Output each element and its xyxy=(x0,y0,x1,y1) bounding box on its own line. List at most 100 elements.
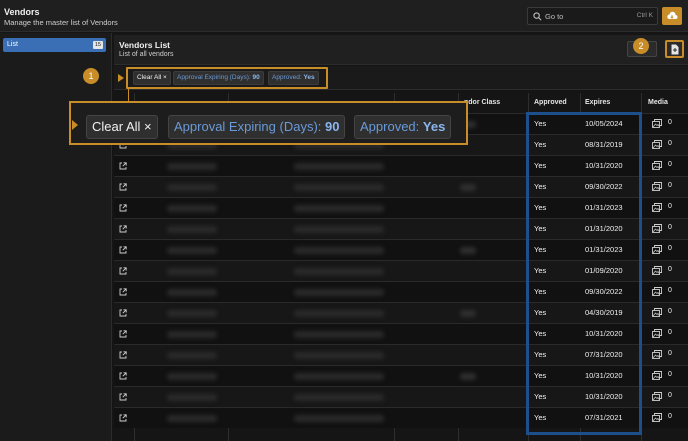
redacted-cell xyxy=(167,331,217,338)
external-link-icon[interactable] xyxy=(119,183,127,191)
media-count-cell: 0 xyxy=(668,266,672,273)
close-icon: × xyxy=(144,119,152,134)
media-count-cell: 0 xyxy=(668,371,672,378)
redacted-cell xyxy=(294,394,384,401)
redacted-cell xyxy=(167,184,217,191)
media-count-cell: 0 xyxy=(668,308,672,315)
file-export-icon xyxy=(671,44,679,55)
media-icon[interactable] xyxy=(652,350,662,359)
media-icon[interactable] xyxy=(652,182,662,191)
redacted-cell xyxy=(294,373,384,380)
media-count-cell: 0 xyxy=(668,203,672,210)
search-placeholder: Go to xyxy=(545,12,564,21)
media-icon[interactable] xyxy=(652,329,662,338)
media-count-cell: 0 xyxy=(668,140,672,147)
external-link-icon[interactable] xyxy=(119,372,127,380)
media-icon[interactable] xyxy=(652,119,662,128)
redacted-cell xyxy=(460,247,476,254)
redacted-cell xyxy=(460,184,476,191)
clear-all-label: Clear All xyxy=(92,119,141,134)
search-input[interactable]: Go to Ctrl K xyxy=(527,7,658,25)
redacted-cell xyxy=(294,163,384,170)
redacted-cell xyxy=(294,226,384,233)
column-header-expires[interactable]: Expires xyxy=(585,93,610,113)
media-icon[interactable] xyxy=(652,224,662,233)
top-bar: Vendors Manage the master list of Vendor… xyxy=(0,0,688,32)
media-icon[interactable] xyxy=(652,308,662,317)
approval-expiring-chip[interactable]: Approval Expiring (Days): 90 xyxy=(173,71,264,85)
cloud-download-icon xyxy=(667,11,678,19)
redacted-cell xyxy=(294,310,384,317)
media-count-cell: 0 xyxy=(668,350,672,357)
page-title: Vendors xyxy=(4,7,40,17)
approved-chip-zoomed[interactable]: Approved: Yes xyxy=(354,115,452,139)
redacted-cell xyxy=(294,331,384,338)
sidebar-item-label: List xyxy=(7,41,18,48)
approval-expiring-label: Approval Expiring (Days): xyxy=(174,119,322,134)
redacted-cell xyxy=(167,205,217,212)
sidebar-item-count-badge: 15 xyxy=(92,41,103,49)
media-count-cell: 0 xyxy=(668,224,672,231)
redacted-cell xyxy=(294,247,384,254)
redacted-cell xyxy=(167,415,217,422)
column-header-vendor-class[interactable]: ndor Class xyxy=(464,93,500,113)
external-link-icon[interactable] xyxy=(119,267,127,275)
redacted-cell xyxy=(167,289,217,296)
redacted-cell xyxy=(167,163,217,170)
external-link-icon[interactable] xyxy=(119,351,127,359)
redacted-cell xyxy=(294,268,384,275)
approval-expiring-label: Approval Expiring (Days): xyxy=(177,74,251,81)
external-link-icon[interactable] xyxy=(119,162,127,170)
external-link-icon[interactable] xyxy=(119,309,127,317)
media-count-cell: 0 xyxy=(668,161,672,168)
column-header-approved[interactable]: Approved xyxy=(534,93,567,113)
media-icon[interactable] xyxy=(652,140,662,149)
media-icon[interactable] xyxy=(652,287,662,296)
external-link-icon[interactable] xyxy=(119,204,127,212)
clear-all-label: Clear All xyxy=(137,74,162,81)
media-icon[interactable] xyxy=(652,266,662,275)
media-icon[interactable] xyxy=(652,413,662,422)
list-subtitle: List of all vendors xyxy=(119,51,174,58)
media-icon[interactable] xyxy=(652,371,662,380)
external-link-icon[interactable] xyxy=(119,330,127,338)
sidebar: List 15 xyxy=(0,33,112,441)
redacted-cell xyxy=(167,352,217,359)
redacted-cell xyxy=(167,247,217,254)
search-icon xyxy=(533,12,542,21)
media-icon[interactable] xyxy=(652,245,662,254)
external-link-icon[interactable] xyxy=(119,225,127,233)
approved-label: Approved: xyxy=(272,74,302,81)
redacted-cell xyxy=(294,184,384,191)
cloud-download-button[interactable] xyxy=(662,7,682,25)
redacted-cell xyxy=(460,373,476,380)
close-icon: × xyxy=(163,74,167,81)
callout-badge-1: 1 xyxy=(83,68,99,84)
redacted-cell xyxy=(167,226,217,233)
clear-all-chip-zoomed[interactable]: Clear All × xyxy=(86,115,158,139)
approved-value: Yes xyxy=(303,74,315,81)
external-link-icon[interactable] xyxy=(119,414,127,422)
redacted-cell xyxy=(294,205,384,212)
media-count-cell: 0 xyxy=(668,245,672,252)
search-shortcut: Ctrl K xyxy=(636,12,653,19)
approved-expires-highlight xyxy=(526,112,642,435)
external-link-icon[interactable] xyxy=(119,393,127,401)
approval-expiring-chip-zoomed[interactable]: Approval Expiring (Days): 90 xyxy=(168,115,346,139)
redacted-cell xyxy=(167,373,217,380)
media-icon[interactable] xyxy=(652,161,662,170)
media-icon[interactable] xyxy=(652,203,662,212)
approved-chip[interactable]: Approved: Yes xyxy=(268,71,319,85)
redacted-cell xyxy=(460,310,476,317)
media-count-cell: 0 xyxy=(668,413,672,420)
external-link-icon[interactable] xyxy=(119,246,127,254)
column-header-media[interactable]: Media xyxy=(648,93,668,113)
export-button[interactable] xyxy=(665,40,684,58)
media-count-cell: 0 xyxy=(668,182,672,189)
media-icon[interactable] xyxy=(652,392,662,401)
sidebar-item-list[interactable]: List 15 xyxy=(3,38,106,52)
external-link-icon[interactable] xyxy=(119,288,127,296)
redacted-cell xyxy=(167,310,217,317)
media-count-cell: 0 xyxy=(668,119,672,126)
clear-all-chip[interactable]: Clear All × xyxy=(133,71,171,85)
